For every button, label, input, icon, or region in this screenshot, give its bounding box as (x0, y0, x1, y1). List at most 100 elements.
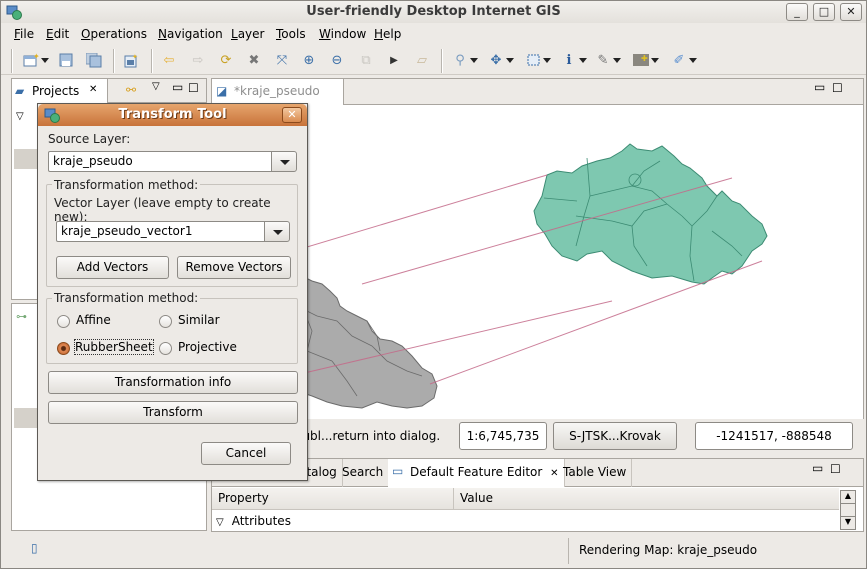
radio-affine[interactable] (57, 315, 70, 328)
link-icon[interactable]: ⚯ (126, 83, 136, 97)
tab-projects[interactable]: ▰ Projects ✕ (12, 79, 108, 103)
grid-tool-icon[interactable]: ✚ (631, 51, 659, 69)
save-all-icon[interactable] (84, 51, 104, 69)
main-toolbar: ✦ ✦ ⇦ ⇨ ⟳ ✖ ⤧ ⊕ ⊖ ⧉ ▶ ▱ ⚲ ✥ i ✎ ✚ ✐ (1, 45, 866, 75)
attributes-label: Attributes (231, 514, 291, 528)
pan-tool-icon[interactable]: ✥ (486, 51, 514, 69)
scale-field[interactable]: 1:6,745,735 (459, 422, 547, 450)
zoom-in-icon[interactable]: ⊕ (299, 51, 319, 69)
dialog-close-button[interactable]: ✕ (282, 107, 302, 123)
minimize-view-icon[interactable]: ▭ (172, 80, 183, 94)
pan-disabled-icon: ⧉ (361, 52, 371, 68)
info-tool-icon[interactable]: i (559, 51, 587, 69)
map-editor: ◪ *kraje_pseudo ▭ ☐ (211, 78, 864, 452)
menu-layer[interactable]: Layer (231, 27, 264, 41)
menu-edit[interactable]: Edit (46, 27, 69, 41)
minimize-editor-icon[interactable]: ▭ (814, 80, 825, 94)
cancel-button[interactable]: Cancel (201, 442, 291, 465)
menu-help[interactable]: Help (374, 27, 401, 41)
add-vectors-button[interactable]: Add Vectors (56, 256, 169, 279)
dialog-title: Transform Tool (118, 107, 227, 122)
source-layer-combo[interactable]: kraje_pseudo (48, 151, 273, 172)
crs-button[interactable]: S-JTSK...Krovak (553, 422, 677, 450)
vector-layer-dropdown[interactable] (264, 221, 290, 242)
save-icon[interactable] (56, 51, 76, 69)
source-layer-label: Source Layer: (48, 132, 131, 146)
application-window: User-friendly Desktop Internet GIS _ □ ✕… (0, 0, 867, 569)
close-tab-icon[interactable]: ✕ (89, 84, 97, 95)
map-canvas[interactable] (212, 106, 863, 419)
vertical-scrollbar[interactable]: ▲ ▼ (840, 490, 856, 530)
eraser-icon[interactable]: ▱ (412, 51, 432, 69)
radio-rubbersheet[interactable] (57, 342, 70, 355)
group2-title: Transformation method: (52, 291, 201, 305)
expand-icon[interactable]: ▽ (16, 111, 24, 122)
zoom-out-icon[interactable]: ⊖ (327, 51, 347, 69)
minimize-button[interactable]: _ (786, 3, 808, 21)
window-title: User-friendly Desktop Internet GIS (306, 4, 561, 19)
status-message: Rendering Map: kraje_pseudo (579, 543, 758, 557)
refresh-icon[interactable]: ⟳ (216, 51, 236, 69)
maximize-button[interactable]: □ (813, 3, 835, 21)
menu-window[interactable]: Window (319, 27, 366, 41)
tab-default-feature-editor[interactable]: ▭ Default Feature Editor ✕ (388, 459, 565, 487)
radio-affine-label[interactable]: Affine (76, 313, 111, 327)
zoom-tool-icon[interactable]: ⚲ (450, 51, 478, 69)
radio-projective-label[interactable]: Projective (178, 340, 237, 354)
map-status-bar: ...ubl...return into dialog. 1:6,745,735… (211, 419, 864, 453)
pin-tool-icon[interactable]: ✐ (669, 51, 697, 69)
menu-tools[interactable]: Tools (276, 27, 306, 41)
group1-title: Transformation method: (52, 178, 201, 192)
maximize-panel-icon[interactable]: ☐ (830, 462, 841, 476)
toolbar-separator (113, 49, 115, 73)
back-icon[interactable]: ⇦ (159, 51, 179, 69)
feature-editor-panel: ...talog Search ▭ Default Feature Editor… (211, 458, 864, 532)
source-layer-dropdown[interactable] (271, 151, 297, 172)
view-menu-icon[interactable]: ▽ (152, 81, 160, 92)
column-property[interactable]: Property (212, 488, 454, 510)
scroll-up-icon[interactable]: ▲ (841, 491, 855, 504)
maximize-view-icon[interactable]: ☐ (188, 81, 199, 95)
edit-tool-icon[interactable]: ✎ (593, 51, 621, 69)
tab-table-view[interactable]: Table View (558, 459, 633, 487)
status-bar: ▯ Rendering Map: kraje_pseudo (1, 535, 866, 568)
scroll-down-icon[interactable]: ▼ (841, 516, 855, 529)
new-project-icon[interactable]: ✦ (21, 51, 49, 69)
menu-operations[interactable]: Operations (81, 27, 147, 41)
radio-projective[interactable] (159, 342, 172, 355)
column-value[interactable]: Value (454, 488, 839, 510)
maximize-editor-icon[interactable]: ☐ (832, 81, 843, 95)
tab-projects-label: Projects (32, 84, 80, 98)
map-icon: ◪ (216, 84, 228, 98)
transformation-info-button[interactable]: Transformation info (48, 371, 298, 394)
stop-render-icon[interactable]: ✖ (244, 51, 264, 69)
toolbar-separator (151, 49, 153, 73)
close-button[interactable]: ✕ (840, 3, 862, 21)
tab-search[interactable]: Search (337, 459, 390, 487)
vector-layer-label: Vector Layer (leave empty to create new)… (54, 196, 271, 224)
editor-tabstrip: ◪ *kraje_pseudo ▭ ☐ (212, 79, 863, 105)
remove-vectors-button[interactable]: Remove Vectors (177, 256, 291, 279)
radio-similar[interactable] (159, 315, 172, 328)
map-tab-label: *kraje_pseudo (234, 84, 320, 98)
svg-text:✚: ✚ (641, 54, 648, 63)
select-tool-icon[interactable] (523, 51, 551, 69)
vector-layer-combo[interactable]: kraje_pseudo_vector1 (56, 221, 266, 242)
editor-icon: ▭ (392, 464, 404, 478)
fast-view-icon[interactable]: ▯ (31, 541, 38, 555)
expand-icon[interactable]: ▽ (216, 517, 224, 528)
transform-button[interactable]: Transform (48, 401, 298, 424)
menu-file[interactable]: File (14, 27, 34, 41)
menu-navigation[interactable]: Navigation (158, 27, 223, 41)
tab-map-kraje-pseudo[interactable]: ◪ *kraje_pseudo (212, 79, 344, 105)
next-icon[interactable]: ▶ (384, 51, 404, 69)
minimize-panel-icon[interactable]: ▭ (812, 461, 823, 475)
attributes-row[interactable]: ▽ Attributes (216, 514, 291, 528)
radio-rubbersheet-label[interactable]: RubberSheet (74, 339, 154, 355)
dialog-title-bar[interactable]: Transform Tool ✕ (38, 104, 307, 126)
svg-text:✦: ✦ (132, 53, 138, 61)
radio-similar-label[interactable]: Similar (178, 313, 220, 327)
vector-4[interactable] (429, 260, 763, 385)
new-layer-icon[interactable]: ✦ (121, 51, 141, 69)
zoom-extent-icon[interactable]: ⤧ (272, 51, 292, 69)
